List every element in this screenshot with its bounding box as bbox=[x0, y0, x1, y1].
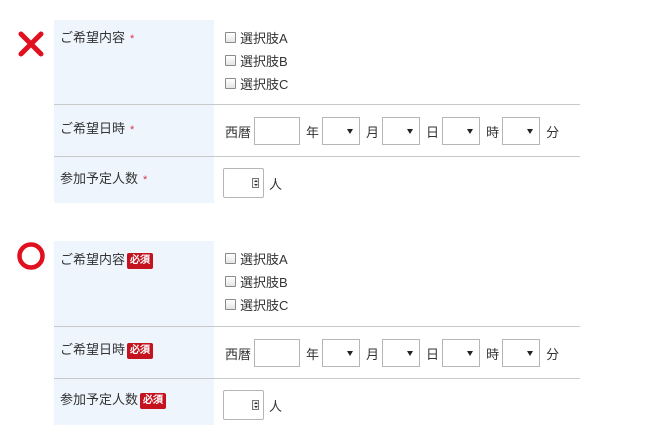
people-number-input[interactable] bbox=[223, 390, 264, 420]
day-select[interactable] bbox=[382, 339, 421, 367]
option-label: 選択肢C bbox=[240, 77, 289, 92]
people-cell: 人 bbox=[214, 157, 580, 203]
minute-select[interactable] bbox=[502, 339, 541, 367]
option-a-checkbox[interactable]: 選択肢A bbox=[225, 247, 288, 270]
day-label: 日 bbox=[426, 124, 440, 140]
datetime-header: ご希望日時 必須 bbox=[54, 327, 214, 378]
day-select[interactable] bbox=[382, 117, 421, 145]
option-label: 選択肢A bbox=[240, 31, 288, 46]
option-c-checkbox[interactable]: 選択肢C bbox=[225, 72, 288, 95]
option-b-checkbox[interactable]: 選択肢B bbox=[225, 270, 288, 293]
datetime-label: ご希望日時 bbox=[60, 342, 126, 357]
option-list: 選択肢A 選択肢B 選択肢C bbox=[225, 247, 288, 316]
content-label: ご希望内容 bbox=[60, 252, 126, 267]
people-unit-label: 人 bbox=[269, 398, 283, 414]
hour-select[interactable] bbox=[442, 339, 481, 367]
era-label: 西暦 bbox=[225, 124, 252, 140]
chevron-down-icon bbox=[407, 351, 414, 356]
chevron-down-icon bbox=[467, 129, 474, 134]
checkbox-icon[interactable] bbox=[225, 55, 236, 66]
option-a-checkbox[interactable]: 選択肢A bbox=[225, 26, 288, 49]
people-inputs: 人 bbox=[223, 390, 282, 420]
datetime-cell: 西暦 年 月 日 時 分 bbox=[214, 327, 580, 378]
people-row: 参加予定人数 * 人 bbox=[54, 157, 580, 203]
content-header: ご希望内容 * bbox=[54, 20, 214, 104]
checkbox-icon[interactable] bbox=[225, 32, 236, 43]
minute-select[interactable] bbox=[502, 117, 541, 145]
people-number-input[interactable] bbox=[223, 168, 264, 198]
checkbox-icon[interactable] bbox=[225, 276, 236, 287]
option-b-checkbox[interactable]: 選択肢B bbox=[225, 49, 288, 72]
people-cell: 人 bbox=[214, 379, 580, 425]
checkbox-icon[interactable] bbox=[225, 78, 236, 89]
year-label: 年 bbox=[306, 124, 320, 140]
people-row: 参加予定人数 必須 人 bbox=[54, 379, 580, 425]
incorrect-example-form: ご希望内容 * 選択肢A 選択肢B 選択肢C ご希望日時 * 西暦 年 月 日 bbox=[54, 20, 580, 203]
chevron-down-icon bbox=[347, 351, 354, 356]
checkbox-icon[interactable] bbox=[225, 299, 236, 310]
day-label: 日 bbox=[426, 346, 440, 362]
people-inputs: 人 bbox=[223, 168, 282, 198]
correct-example-form: ご希望内容 必須 選択肢A 選択肢B 選択肢C ご希望日時 必須 西暦 年 月 日 bbox=[54, 241, 580, 425]
chevron-down-icon bbox=[527, 129, 534, 134]
required-badge: 必須 bbox=[127, 253, 154, 269]
content-header: ご希望内容 必須 bbox=[54, 241, 214, 326]
hour-select[interactable] bbox=[442, 117, 481, 145]
spinner-icon[interactable] bbox=[252, 178, 259, 188]
content-row: ご希望内容 * 選択肢A 選択肢B 選択肢C bbox=[54, 20, 580, 105]
year-input[interactable] bbox=[254, 117, 301, 145]
option-c-checkbox[interactable]: 選択肢C bbox=[225, 293, 288, 316]
datetime-row: ご希望日時 * 西暦 年 月 日 時 分 bbox=[54, 105, 580, 157]
required-asterisk: * bbox=[130, 33, 135, 45]
cross-mark-icon bbox=[18, 31, 44, 57]
required-asterisk: * bbox=[130, 124, 135, 136]
spinner-icon[interactable] bbox=[252, 400, 259, 410]
people-unit-label: 人 bbox=[269, 176, 283, 192]
month-label: 月 bbox=[366, 346, 380, 362]
people-header: 参加予定人数 必須 bbox=[54, 379, 214, 425]
required-badge: 必須 bbox=[140, 393, 167, 409]
people-label: 参加予定人数 bbox=[60, 171, 139, 186]
required-badge: 必須 bbox=[127, 343, 154, 359]
era-label: 西暦 bbox=[225, 346, 252, 362]
year-input[interactable] bbox=[254, 339, 301, 367]
option-label: 選択肢C bbox=[240, 298, 289, 313]
content-label: ご希望内容 bbox=[60, 30, 126, 45]
required-asterisk: * bbox=[143, 174, 148, 186]
datetime-cell: 西暦 年 月 日 時 分 bbox=[214, 105, 580, 156]
option-label: 選択肢A bbox=[240, 252, 288, 267]
content-cell: 選択肢A 選択肢B 選択肢C bbox=[214, 20, 580, 104]
option-label: 選択肢B bbox=[240, 275, 288, 290]
hour-label: 時 bbox=[486, 346, 500, 362]
minute-label: 分 bbox=[546, 346, 560, 362]
datetime-row: ご希望日時 必須 西暦 年 月 日 時 分 bbox=[54, 327, 580, 379]
circle-mark-icon bbox=[17, 242, 45, 270]
month-select[interactable] bbox=[322, 339, 361, 367]
content-row: ご希望内容 必須 選択肢A 選択肢B 選択肢C bbox=[54, 241, 580, 327]
month-label: 月 bbox=[366, 124, 380, 140]
datetime-label: ご希望日時 bbox=[60, 121, 126, 136]
chevron-down-icon bbox=[347, 129, 354, 134]
chevron-down-icon bbox=[407, 129, 414, 134]
year-label: 年 bbox=[306, 346, 320, 362]
date-inputs: 西暦 年 月 日 時 分 bbox=[225, 117, 562, 145]
minute-label: 分 bbox=[546, 124, 560, 140]
chevron-down-icon bbox=[527, 351, 534, 356]
option-list: 選択肢A 選択肢B 選択肢C bbox=[225, 26, 288, 95]
datetime-header: ご希望日時 * bbox=[54, 105, 214, 156]
people-label: 参加予定人数 bbox=[60, 392, 139, 407]
hour-label: 時 bbox=[486, 124, 500, 140]
content-cell: 選択肢A 選択肢B 選択肢C bbox=[214, 241, 580, 326]
date-inputs: 西暦 年 月 日 時 分 bbox=[225, 339, 562, 367]
option-label: 選択肢B bbox=[240, 54, 288, 69]
people-header: 参加予定人数 * bbox=[54, 157, 214, 203]
checkbox-icon[interactable] bbox=[225, 253, 236, 264]
chevron-down-icon bbox=[467, 351, 474, 356]
month-select[interactable] bbox=[322, 117, 361, 145]
